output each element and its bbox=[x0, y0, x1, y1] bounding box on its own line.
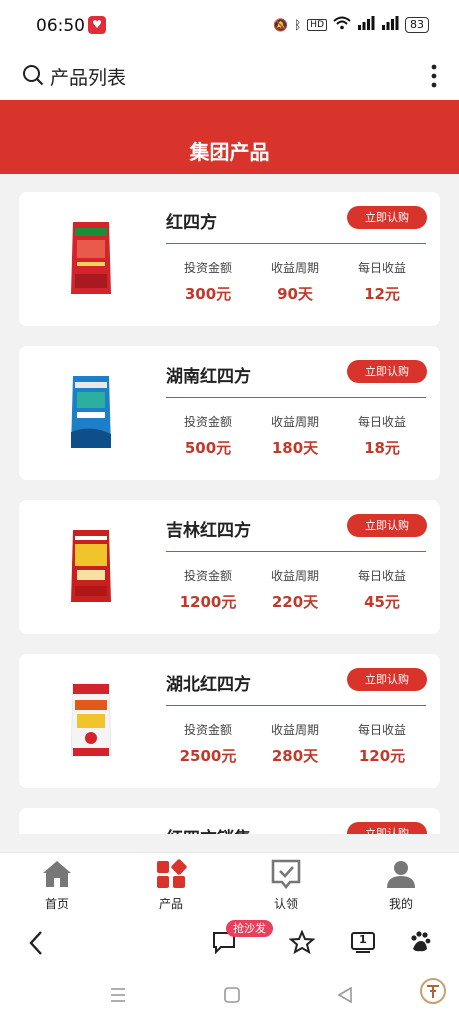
product-bag-image bbox=[70, 683, 112, 757]
period-label: 收益周期 bbox=[270, 261, 319, 275]
period-value: 280天 bbox=[271, 747, 319, 765]
invest-value: 1200元 bbox=[179, 593, 237, 611]
product-name: 吉林红四方 bbox=[166, 521, 251, 541]
tab-label: 我的 bbox=[388, 897, 413, 911]
system-nav-bar bbox=[0, 970, 459, 1024]
product-bag-image bbox=[71, 222, 111, 294]
battery-indicator: 83 bbox=[405, 16, 429, 33]
hd-icon: HD bbox=[307, 18, 327, 31]
watermark-logo-icon bbox=[415, 976, 451, 1016]
mute-icon: 🔕 bbox=[273, 17, 289, 32]
signal-icon-2 bbox=[381, 16, 399, 33]
daily-label: 每日收益 bbox=[357, 415, 406, 429]
subscribe-button[interactable]: 立即认购 bbox=[347, 822, 427, 834]
subscribe-button[interactable]: 立即认购 bbox=[347, 360, 427, 383]
product-card[interactable]: 湖北红四方 立即认购 投资金额 收益周期 每日收益 2500元 280天 120… bbox=[19, 654, 440, 788]
more-menu-icon[interactable] bbox=[431, 64, 437, 92]
daily-value: 12元 bbox=[364, 285, 400, 303]
invest-value: 500元 bbox=[184, 439, 232, 457]
tab-label: 产品 bbox=[158, 897, 183, 911]
invest-value: 300元 bbox=[184, 285, 232, 303]
back-triangle-icon[interactable] bbox=[336, 986, 354, 1008]
status-bar: 06:50 ♥ 🔕 ᛒ HD 83 bbox=[0, 0, 459, 52]
invest-value: 2500元 bbox=[179, 747, 237, 765]
subscribe-button[interactable]: 立即认购 bbox=[347, 206, 427, 229]
status-time: 06:50 bbox=[36, 16, 85, 36]
product-bag-image bbox=[71, 530, 111, 602]
divider bbox=[166, 705, 426, 706]
invest-label: 投资金额 bbox=[183, 569, 232, 583]
tabs-count-icon[interactable]: 1 bbox=[350, 930, 376, 958]
product-name: 红四方销售 bbox=[166, 824, 251, 834]
product-name: 湖北红四方 bbox=[166, 675, 251, 695]
wifi-icon bbox=[333, 16, 351, 33]
back-arrow-icon[interactable] bbox=[28, 930, 44, 960]
daily-value: 45元 bbox=[364, 593, 400, 611]
tab-home[interactable]: 首页 bbox=[22, 859, 92, 912]
hot-comment-badge[interactable]: 抢沙发 bbox=[226, 920, 273, 937]
banner-title: 集团产品 bbox=[189, 140, 270, 164]
search-icon[interactable] bbox=[22, 64, 44, 90]
favorite-star-icon[interactable] bbox=[288, 929, 316, 958]
tab-claim[interactable]: 认领 bbox=[251, 859, 321, 912]
signal-icon bbox=[357, 16, 375, 33]
daily-label: 每日收益 bbox=[357, 723, 406, 737]
home-button-icon[interactable] bbox=[223, 986, 241, 1008]
bottom-tab-bar: 首页 产品 认领 我的 bbox=[0, 852, 459, 915]
invest-label: 投资金额 bbox=[183, 723, 232, 737]
profile-icon bbox=[387, 861, 415, 888]
product-list[interactable]: 红四方 立即认购 投资金额 收益周期 每日收益 300元 90天 12元 湖南红… bbox=[0, 174, 459, 834]
product-card[interactable]: 红四方销售 立即认购 bbox=[19, 808, 440, 834]
bluetooth-icon: ᛒ bbox=[294, 17, 302, 32]
subscribe-button[interactable]: 立即认购 bbox=[347, 514, 427, 537]
group-banner: 集团产品 bbox=[0, 100, 459, 174]
tab-products[interactable]: 产品 bbox=[136, 859, 206, 912]
app-notification-icon: ♥ bbox=[88, 16, 106, 34]
daily-label: 每日收益 bbox=[357, 261, 406, 275]
product-card[interactable]: 吉林红四方 立即认购 投资金额 收益周期 每日收益 1200元 220天 45元 bbox=[19, 500, 440, 634]
tab-label: 认领 bbox=[273, 897, 298, 911]
product-card[interactable]: 红四方 立即认购 投资金额 收益周期 每日收益 300元 90天 12元 bbox=[19, 192, 440, 326]
period-value: 180天 bbox=[271, 439, 319, 457]
invest-label: 投资金额 bbox=[183, 261, 232, 275]
product-name: 红四方 bbox=[166, 213, 217, 233]
recent-apps-icon[interactable] bbox=[110, 986, 126, 1008]
period-value: 220天 bbox=[271, 593, 319, 611]
period-label: 收益周期 bbox=[270, 569, 319, 583]
daily-value: 18元 bbox=[364, 439, 400, 457]
divider bbox=[166, 243, 426, 244]
divider bbox=[166, 397, 426, 398]
claim-check-icon bbox=[271, 859, 301, 890]
app-bar: 产品列表 bbox=[0, 52, 459, 100]
period-label: 收益周期 bbox=[270, 415, 319, 429]
product-bag-image bbox=[71, 376, 111, 448]
page-title: 产品列表 bbox=[50, 67, 127, 89]
product-grid-icon bbox=[157, 859, 187, 888]
subscribe-button[interactable]: 立即认购 bbox=[347, 668, 427, 691]
product-card[interactable]: 湖南红四方 立即认购 投资金额 收益周期 每日收益 500元 180天 18元 bbox=[19, 346, 440, 480]
daily-label: 每日收益 bbox=[357, 569, 406, 583]
period-value: 90天 bbox=[277, 285, 313, 303]
tabs-count: 1 bbox=[359, 933, 367, 946]
system-icons: 🔕 ᛒ HD 83 bbox=[273, 16, 429, 33]
tab-profile[interactable]: 我的 bbox=[366, 859, 436, 912]
paw-icon[interactable] bbox=[408, 930, 432, 958]
divider bbox=[166, 551, 426, 552]
period-label: 收益周期 bbox=[270, 723, 319, 737]
home-icon bbox=[43, 861, 71, 887]
invest-label: 投资金额 bbox=[183, 415, 232, 429]
product-name: 湖南红四方 bbox=[166, 367, 251, 387]
daily-value: 120元 bbox=[358, 747, 406, 765]
tab-label: 首页 bbox=[44, 897, 69, 911]
